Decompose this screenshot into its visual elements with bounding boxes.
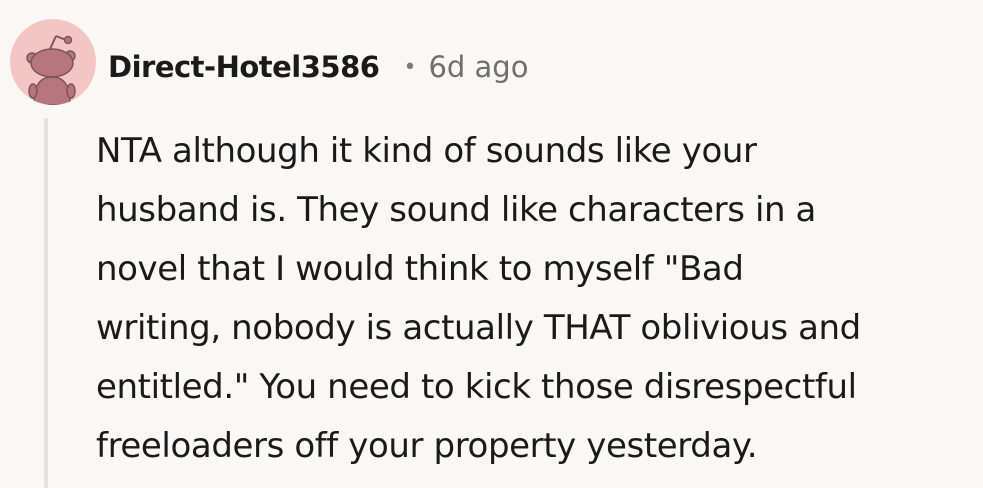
snoo-avatar-icon[interactable] <box>10 19 96 105</box>
comment-body-line: writing, nobody is actually THAT oblivio… <box>96 308 861 348</box>
comment-body-line: novel that I would think to myself "Bad <box>96 249 744 289</box>
comment-meta: Direct-Hotel3586 • 6d ago <box>108 44 528 90</box>
username[interactable]: Direct-Hotel3586 <box>108 50 380 84</box>
comment-body-line: NTA although it kind of sounds like your <box>96 131 757 171</box>
comment: Direct-Hotel3586 • 6d ago NTA although i… <box>0 0 983 488</box>
timestamp[interactable]: 6d ago <box>428 50 528 84</box>
snoo-figure <box>26 35 76 105</box>
comment-body-line: freeloaders off your property yesterday. <box>96 426 758 466</box>
comment-body: NTA although it kind of sounds like your… <box>96 122 976 476</box>
comment-body-line: entitled." You need to kick those disres… <box>96 367 857 407</box>
comment-body-line: husband is. They sound like characters i… <box>96 190 816 230</box>
thread-line[interactable] <box>44 118 48 488</box>
separator-dot: • <box>403 54 417 80</box>
